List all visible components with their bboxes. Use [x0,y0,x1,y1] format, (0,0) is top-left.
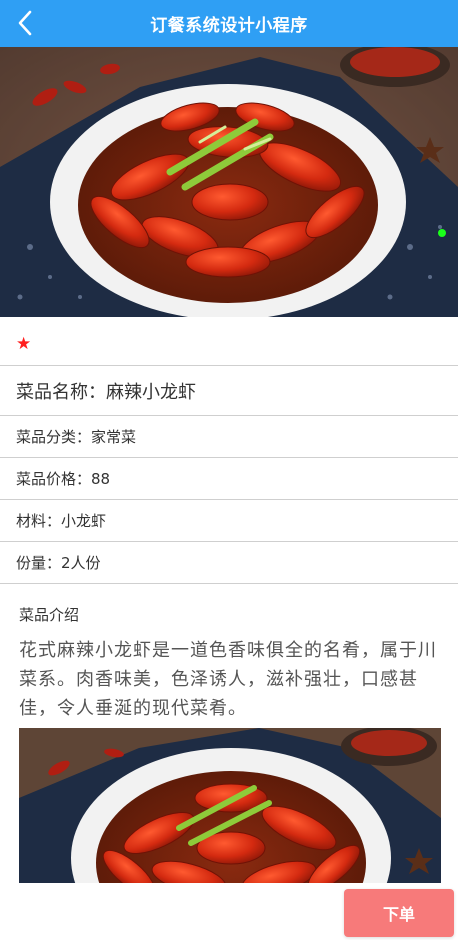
dish-name-value: 麻辣小龙虾 [106,381,196,403]
dish-intro-heading: 菜品介绍 [19,606,80,624]
dish-name-row: 菜品名称： 麻辣小龙虾 [0,366,458,416]
dish-material-row: 材料： 小龙虾 [0,500,458,542]
dish-price-row: 菜品价格： 88 [0,458,458,500]
dish-portion-value: 2人份 [61,554,101,572]
dish-name-label: 菜品名称： [16,381,106,403]
order-button[interactable]: 下单 [344,889,454,937]
dish-material-label: 材料： [16,512,62,530]
dish-portion-row: 份量： 2人份 [0,542,458,584]
top-navigation-bar: 订餐系统设计小程序 [0,0,458,47]
dish-detail-page: 订餐系统设计小程序 ★ 菜品名称： 麻辣小龙虾 菜品分类： 家常菜 菜品价格： … [0,0,458,940]
back-button[interactable] [10,6,40,40]
dish-intro-image [19,728,441,883]
carousel-indicator-dot[interactable] [438,229,446,237]
dish-category-value: 家常菜 [91,428,137,446]
dish-material-value: 小龙虾 [61,512,107,530]
page-title: 订餐系统设计小程序 [150,16,308,36]
rating-row: ★ [0,322,458,366]
crayfish-dish-image [19,728,441,883]
dish-image-carousel[interactable] [0,47,458,317]
dish-category-row: 菜品分类： 家常菜 [0,416,458,458]
dish-price-value: 88 [91,469,111,488]
crayfish-dish-image [0,47,458,317]
dish-price-label: 菜品价格： [16,470,92,488]
chevron-left-icon [18,10,32,36]
star-icon: ★ [16,333,32,354]
dish-portion-label: 份量： [16,554,62,572]
dish-intro-text: 花式麻辣小龙虾是一道色香味俱全的名肴，属于川菜系。肉香味美，色泽诱人，滋补强壮，… [19,640,437,719]
dish-category-label: 菜品分类： [16,428,92,446]
